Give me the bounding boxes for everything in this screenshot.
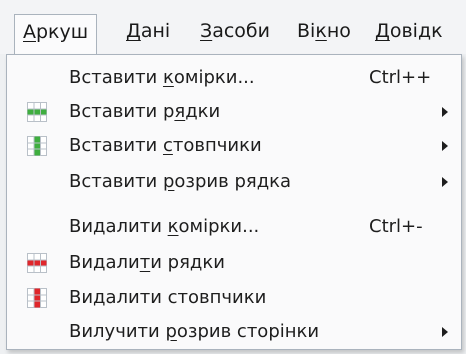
menu-data[interactable]: Дані bbox=[126, 14, 170, 48]
menu-item-label: Видалити рядки bbox=[69, 252, 225, 273]
menu-tools[interactable]: Засоби bbox=[200, 14, 270, 48]
insert-columns-icon bbox=[27, 136, 47, 156]
submenu-arrow-icon bbox=[442, 141, 448, 151]
menu-item-label: Вставити комірки... bbox=[69, 67, 255, 88]
menu-window-label-pre: Ві bbox=[297, 20, 316, 42]
menu-window-label-post: но bbox=[326, 20, 351, 42]
menu-item-label: Вилучити розрив сторінки bbox=[69, 321, 320, 342]
menu-item-remove-page-break[interactable]: Вилучити розрив сторінки bbox=[7, 315, 461, 349]
menu-data-label-mnemonic: Д bbox=[126, 20, 141, 42]
menu-tools-label-mnemonic: З bbox=[200, 20, 213, 42]
menu-item-insert-columns[interactable]: Вставити стовпчики bbox=[7, 129, 461, 163]
menu-item-label: Видалити стовпчики bbox=[69, 287, 267, 308]
menu-window[interactable]: Вікно bbox=[297, 14, 351, 48]
menu-item-label: Вставити рядки bbox=[69, 101, 221, 122]
menu-sheet-label-mnemonic: А bbox=[23, 21, 36, 43]
menu-window-label-mnemonic: к bbox=[315, 20, 327, 42]
menu-item-label: Видалити комірки... bbox=[69, 216, 260, 237]
delete-rows-icon bbox=[27, 253, 47, 273]
menu-item-delete-columns[interactable]: Видалити стовпчики bbox=[7, 281, 461, 315]
menu-item-label: Вставити стовпчики bbox=[69, 135, 262, 156]
submenu-arrow-icon bbox=[442, 177, 448, 187]
menu-item-insert-row-break[interactable]: Вставити розрив рядка bbox=[7, 165, 461, 199]
insert-rows-icon bbox=[27, 102, 47, 122]
menu-help-label-post: овідк bbox=[389, 20, 443, 42]
menu-item-label: Вставити розрив рядка bbox=[69, 171, 292, 192]
menu-item-delete-cells[interactable]: Видалити комірки... Ctrl+- bbox=[7, 210, 461, 244]
submenu-arrow-icon bbox=[442, 327, 448, 337]
sheet-dropdown-menu: Вставити комірки... Ctrl++ Вставити рядк… bbox=[6, 54, 462, 350]
menu-item-insert-cells[interactable]: Вставити комірки... Ctrl++ bbox=[7, 61, 461, 95]
menu-sheet[interactable]: Аркуш bbox=[14, 14, 98, 55]
delete-columns-icon bbox=[27, 288, 47, 308]
menu-item-insert-rows[interactable]: Вставити рядки bbox=[7, 95, 461, 129]
shortcut-label: Ctrl+- bbox=[369, 216, 423, 237]
menu-sheet-label-post: ркуш bbox=[36, 21, 89, 43]
menu-help-label-mnemonic: Д bbox=[375, 20, 390, 42]
menu-help[interactable]: Довідк bbox=[375, 14, 443, 48]
menu-tools-label-post: асоби bbox=[212, 20, 270, 42]
menu-item-delete-rows[interactable]: Видалити рядки bbox=[7, 246, 461, 280]
submenu-arrow-icon bbox=[442, 107, 448, 117]
menu-data-label-post: ані bbox=[140, 20, 171, 42]
shortcut-label: Ctrl++ bbox=[369, 67, 432, 88]
menu-bar: Аркуш Дані Засоби Вікно Довідк bbox=[0, 0, 466, 55]
